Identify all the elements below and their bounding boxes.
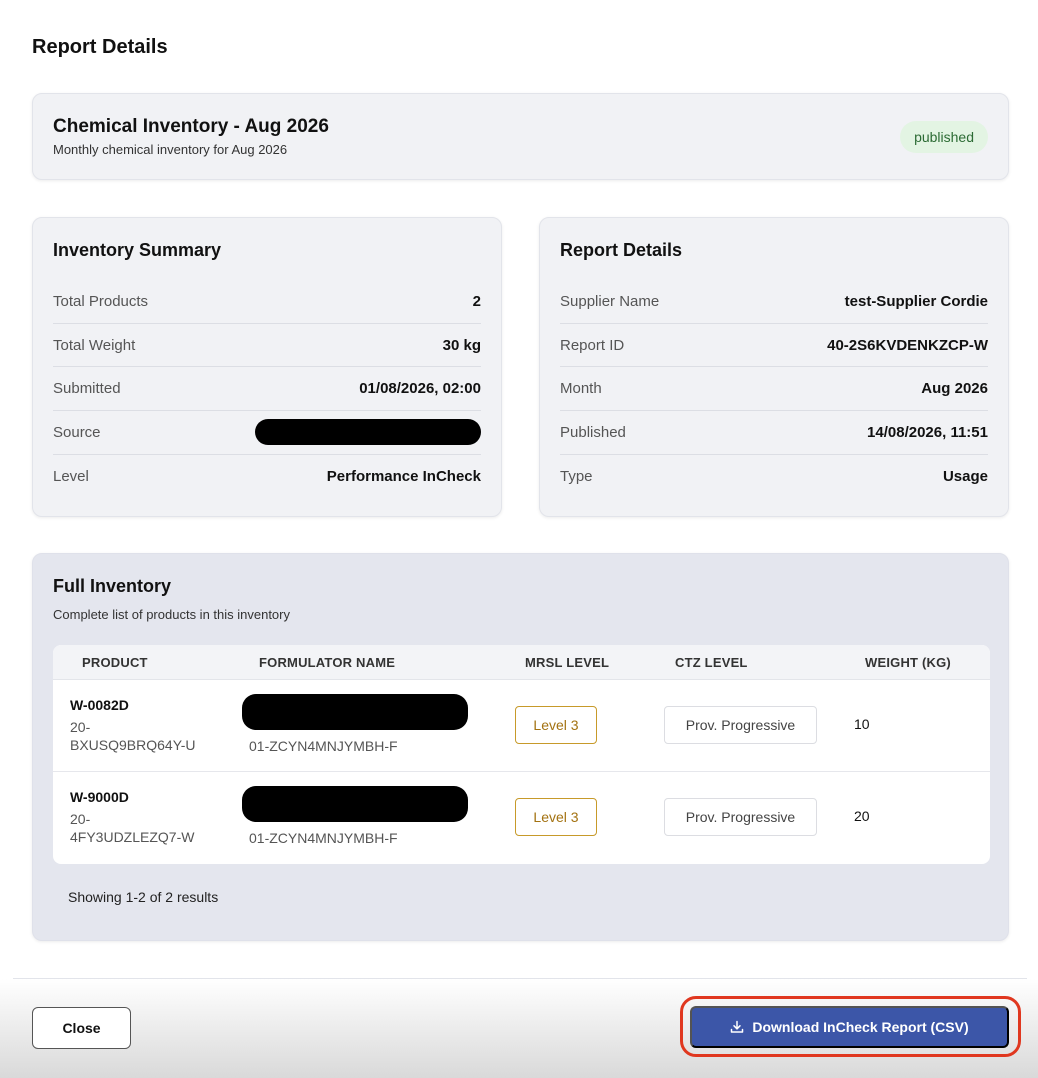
- details-value: test-Supplier Cordie: [844, 292, 988, 310]
- redaction-bar: [255, 419, 481, 446]
- redaction-bar: [242, 786, 468, 822]
- summary-value: 30 kg: [442, 336, 481, 354]
- report-details-card: Report Details Supplier Name test-Suppli…: [539, 217, 1009, 517]
- column-header-product[interactable]: PRODUCT: [82, 655, 148, 670]
- details-label: Type: [560, 468, 593, 486]
- details-value: Aug 2026: [921, 380, 988, 398]
- formulator-id: 01-ZCYN4MNJYMBH-F: [249, 738, 398, 754]
- product-id: 20- 4FY3UDZLEZQ7-W: [70, 811, 195, 845]
- inventory-summary-title: Inventory Summary: [53, 240, 222, 260]
- report-details-title: Report Details: [560, 240, 683, 260]
- table-row[interactable]: W-0082D 20- BXUSQ9BRQ64Y-U 01-ZCYN4MNJYM…: [53, 680, 990, 772]
- mrsl-level-badge: Level 3: [515, 706, 597, 744]
- summary-value: 2: [472, 292, 481, 310]
- summary-label: Total Products: [53, 292, 149, 310]
- product-code: W-0082D: [70, 697, 129, 713]
- details-row-type: Type Usage: [560, 455, 988, 499]
- summary-row-total-products: Total Products 2: [53, 280, 481, 324]
- table-row[interactable]: W-9000D 20- 4FY3UDZLEZQ7-W 01-ZCYN4MNJYM…: [53, 772, 990, 864]
- summary-row-level: Level Performance InCheck: [53, 455, 481, 499]
- column-header-ctz[interactable]: CTZ LEVEL: [675, 655, 748, 670]
- details-row-month: Month Aug 2026: [560, 367, 988, 412]
- page-title: Report Details: [32, 36, 168, 58]
- inventory-summary-card: Inventory Summary Total Products 2 Total…: [32, 217, 502, 517]
- redaction-bar: [242, 694, 468, 730]
- download-button-label: Download InCheck Report (CSV): [752, 1019, 969, 1035]
- formulator-id: 01-ZCYN4MNJYMBH-F: [249, 830, 398, 846]
- summary-row-source: Source: [53, 411, 481, 455]
- ctz-level-badge: Prov. Progressive: [664, 798, 817, 836]
- full-inventory-subtitle: Complete list of products in this invent…: [53, 607, 290, 622]
- column-header-weight[interactable]: WEIGHT (KG): [865, 655, 951, 670]
- details-row-supplier: Supplier Name test-Supplier Cordie: [560, 280, 988, 324]
- summary-label: Source: [53, 423, 101, 441]
- details-label: Supplier Name: [560, 292, 660, 310]
- details-value: 40-2S6KVDENKZCP-W: [827, 336, 988, 354]
- product-code: W-9000D: [70, 789, 129, 805]
- weight-value: 20: [854, 808, 870, 824]
- column-header-formulator[interactable]: FORMULATOR NAME: [259, 655, 395, 670]
- ctz-level-badge: Prov. Progressive: [664, 706, 817, 744]
- report-subtitle: Monthly chemical inventory for Aug 2026: [53, 142, 288, 157]
- report-title: Chemical Inventory - Aug 2026: [53, 116, 329, 137]
- pagination-summary: Showing 1-2 of 2 results: [68, 889, 219, 905]
- download-incheck-report-button[interactable]: Download InCheck Report (CSV): [690, 1006, 1009, 1048]
- details-value: 14/08/2026, 11:51: [867, 423, 988, 441]
- weight-value: 10: [854, 716, 870, 732]
- details-label: Month: [560, 380, 602, 398]
- table-header: PRODUCT FORMULATOR NAME MRSL LEVEL CTZ L…: [53, 645, 990, 680]
- report-header-card: Chemical Inventory - Aug 2026 Monthly ch…: [32, 93, 1009, 180]
- details-row-published: Published 14/08/2026, 11:51: [560, 411, 988, 455]
- mrsl-level-badge: Level 3: [515, 798, 597, 836]
- summary-row-submitted: Submitted 01/08/2026, 02:00: [53, 367, 481, 412]
- report-details-list: Supplier Name test-Supplier Cordie Repor…: [560, 280, 988, 498]
- summary-label: Submitted: [53, 380, 121, 398]
- summary-label: Level: [53, 468, 89, 486]
- full-inventory-title: Full Inventory: [53, 576, 172, 596]
- inventory-table: PRODUCT FORMULATOR NAME MRSL LEVEL CTZ L…: [53, 645, 990, 864]
- full-inventory-card: Full Inventory Complete list of products…: [32, 553, 1009, 941]
- column-header-mrsl[interactable]: MRSL LEVEL: [525, 655, 609, 670]
- details-label: Report ID: [560, 336, 625, 354]
- summary-row-total-weight: Total Weight 30 kg: [53, 324, 481, 368]
- details-label: Published: [560, 423, 626, 441]
- status-badge: published: [900, 121, 988, 153]
- summary-value: 01/08/2026, 02:00: [359, 380, 481, 398]
- details-row-report-id: Report ID 40-2S6KVDENKZCP-W: [560, 324, 988, 368]
- close-button[interactable]: Close: [32, 1007, 131, 1049]
- summary-value: Performance InCheck: [326, 468, 481, 486]
- download-icon: [731, 1020, 744, 1033]
- dialog-footer: Close Download InCheck Report (CSV): [0, 979, 1038, 1078]
- details-value: Usage: [942, 468, 988, 486]
- summary-label: Total Weight: [53, 336, 136, 354]
- inventory-summary-list: Total Products 2 Total Weight 30 kg Subm…: [53, 280, 481, 498]
- product-id: 20- BXUSQ9BRQ64Y-U: [70, 719, 196, 753]
